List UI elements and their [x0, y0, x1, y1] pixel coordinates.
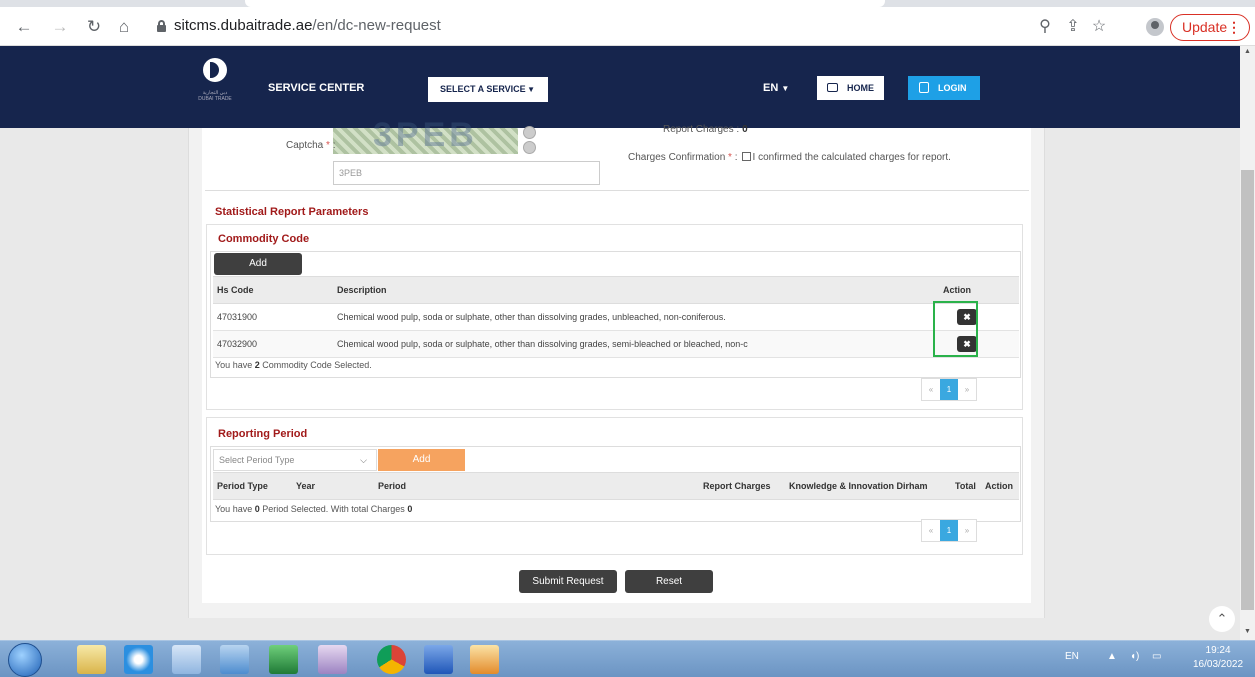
- description-cell: Chemical wood pulp, soda or sulphate, ot…: [333, 330, 939, 358]
- statistical-report-title: Statistical Report Parameters: [215, 206, 369, 218]
- browser-chrome: ← → ↻ ⌂ sitcms.dubaitrade.ae/en/dc-new-r…: [0, 0, 1255, 46]
- internet-explorer-icon[interactable]: [124, 645, 153, 674]
- table-row: 47031900 Chemical wood pulp, soda or sul…: [213, 303, 1019, 331]
- network-icon[interactable]: ▭: [1152, 651, 1161, 662]
- login-button[interactable]: LOGIN: [908, 76, 980, 100]
- next-page-button[interactable]: »: [958, 379, 976, 400]
- hs-code-cell: 47032900: [213, 330, 333, 358]
- report-charges: Report Charges :0: [663, 124, 748, 135]
- start-button-icon[interactable]: [8, 643, 42, 677]
- column-header: Year: [292, 472, 374, 500]
- url-text: sitcms.dubaitrade.ae/en/dc-new-request: [174, 17, 441, 34]
- service-center-title: SERVICE CENTER: [268, 82, 365, 94]
- captcha-image: [333, 116, 518, 155]
- period-type-select[interactable]: Select Period Type ⌵: [213, 449, 377, 471]
- prev-page-button[interactable]: «: [922, 520, 940, 541]
- dubai-trade-logo-icon[interactable]: [203, 58, 227, 82]
- share-icon[interactable]: ⇪: [1063, 17, 1083, 37]
- tab-strip: [0, 0, 1255, 7]
- column-header: Hs Code: [213, 276, 333, 304]
- table-row: 47032900 Chemical wood pulp, soda or sul…: [213, 330, 1019, 358]
- address-bar[interactable]: sitcms.dubaitrade.ae/en/dc-new-request: [145, 13, 1015, 41]
- add-commodity-button[interactable]: Add: [214, 253, 302, 275]
- logo-text: دبي التجارية DUBAI TRADE: [198, 90, 232, 102]
- commodity-count-text: You have 2 Commodity Code Selected.: [215, 360, 372, 370]
- chevron-down-icon: ⌵: [360, 455, 367, 465]
- back-to-top-icon[interactable]: ⌃: [1209, 606, 1235, 632]
- commodity-table: Hs Code Description Action 47031900 Chem…: [213, 276, 1019, 358]
- clock[interactable]: 19:24 16/03/2022: [1193, 644, 1243, 672]
- page-1-button[interactable]: 1: [940, 520, 958, 541]
- next-page-button[interactable]: »: [958, 520, 976, 541]
- forward-icon[interactable]: →: [50, 17, 70, 37]
- reporting-period-title: Reporting Period: [218, 428, 308, 440]
- caret-down-icon: ▼: [527, 85, 535, 94]
- captcha-audio-icon[interactable]: [523, 126, 536, 139]
- caret-down-icon: ▼: [781, 84, 790, 93]
- site-header: دبي التجارية DUBAI TRADE SERVICE CENTER …: [0, 46, 1240, 128]
- volume-icon[interactable]: ◖): [1130, 651, 1139, 662]
- captcha-label: Captcha * :: [286, 140, 336, 151]
- reset-button[interactable]: Reset: [625, 570, 713, 593]
- add-period-button[interactable]: Add: [378, 449, 465, 471]
- divider: [205, 190, 1029, 191]
- tray-expand-icon[interactable]: ▲: [1107, 651, 1117, 662]
- menu-dots-icon: ⋮: [1227, 19, 1241, 35]
- scrollbar-thumb[interactable]: [1241, 170, 1254, 610]
- outlook-icon[interactable]: [470, 645, 499, 674]
- description-cell: Chemical wood pulp, soda or sulphate, ot…: [333, 303, 939, 331]
- commodity-pagination: « 1 »: [921, 378, 977, 401]
- home-screen-icon: [827, 83, 838, 92]
- language-selector[interactable]: EN ▼: [763, 82, 789, 94]
- scroll-up-icon[interactable]: ▲: [1242, 48, 1253, 58]
- period-pagination: « 1 »: [921, 519, 977, 542]
- chrome-icon[interactable]: [377, 645, 406, 674]
- charges-confirm-checkbox[interactable]: [741, 152, 751, 161]
- taskbar-language[interactable]: EN: [1065, 651, 1079, 662]
- commodity-table-header: Hs Code Description Action: [213, 276, 1019, 304]
- scroll-down-icon[interactable]: ▼: [1242, 628, 1253, 638]
- period-table-header: Period Type Year Period Report Charges K…: [213, 472, 1019, 500]
- select-service-dropdown[interactable]: SELECT A SERVICE ▼: [428, 77, 548, 102]
- column-header: Report Charges: [699, 472, 785, 500]
- prev-page-button[interactable]: «: [922, 379, 940, 400]
- period-count-text: You have 0 Period Selected. With total C…: [215, 504, 413, 514]
- column-header: Action: [981, 472, 1019, 500]
- app-icon[interactable]: [220, 645, 249, 674]
- charges-confirmation: Charges Confirmation * :I confirmed the …: [628, 152, 951, 163]
- back-icon[interactable]: ←: [14, 17, 34, 37]
- word-icon[interactable]: [424, 645, 453, 674]
- column-header: Period: [374, 472, 699, 500]
- column-header: Description: [333, 276, 939, 304]
- hs-code-cell: 47031900: [213, 303, 333, 331]
- page-1-button[interactable]: 1: [940, 379, 958, 400]
- captcha-refresh-icon[interactable]: [523, 141, 536, 154]
- lock-icon: [919, 82, 929, 93]
- column-header: Action: [939, 276, 1019, 304]
- column-header: Total: [951, 472, 981, 500]
- reload-icon[interactable]: ↻: [84, 17, 104, 37]
- bookmark-star-icon[interactable]: ☆: [1089, 17, 1109, 37]
- active-tab[interactable]: [245, 0, 885, 7]
- zoom-icon[interactable]: ⚲: [1035, 17, 1055, 37]
- home-button[interactable]: HOME: [817, 76, 884, 100]
- submit-request-button[interactable]: Submit Request: [519, 570, 617, 593]
- lock-icon: [157, 20, 166, 32]
- update-button[interactable]: Update ⋮: [1170, 14, 1250, 41]
- action-highlight-box: [933, 301, 978, 357]
- commodity-code-title: Commodity Code: [218, 233, 310, 245]
- windows-taskbar: EN ▲ ◖) ▭ 19:24 16/03/2022: [0, 640, 1255, 677]
- profile-avatar-icon[interactable]: [1146, 18, 1164, 36]
- period-table: Period Type Year Period Report Charges K…: [213, 472, 1019, 500]
- paint-icon[interactable]: [318, 645, 347, 674]
- file-explorer-icon[interactable]: [77, 645, 106, 674]
- column-header: Knowledge & Innovation Dirham: [785, 472, 951, 500]
- excel-icon[interactable]: [269, 645, 298, 674]
- column-header: Period Type: [213, 472, 292, 500]
- home-icon[interactable]: ⌂: [114, 17, 134, 37]
- captcha-input[interactable]: 3PEB: [333, 161, 600, 185]
- control-panel-icon[interactable]: [172, 645, 201, 674]
